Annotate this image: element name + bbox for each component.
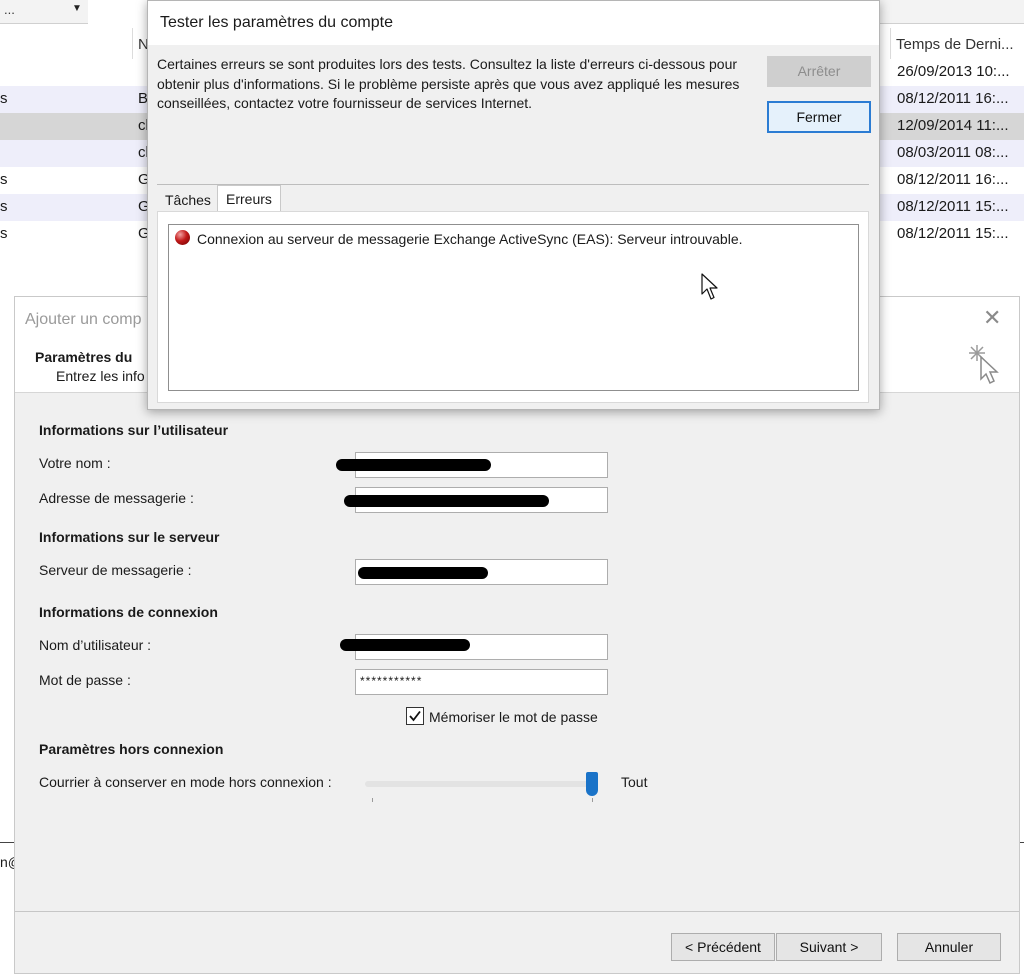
remember-password-checkbox[interactable]: [406, 707, 424, 725]
tab-errors[interactable]: Erreurs: [217, 185, 281, 212]
offline-slider-value: Tout: [621, 774, 648, 790]
dialog-title: Tester les paramètres du compte: [160, 14, 393, 31]
username-field[interactable]: [340, 634, 608, 660]
view-dropdown-value: ...: [4, 2, 15, 17]
page-heading: Paramètres du: [35, 349, 133, 365]
row-time: 08/03/2011 08:...: [897, 144, 1009, 161]
test-settings-dialog: Tester les paramètres du compte Certaine…: [147, 0, 880, 410]
password-field[interactable]: ***********: [355, 669, 608, 695]
label-email: Adresse de messagerie :: [39, 490, 194, 506]
section-user-info: Informations sur l’utilisateur: [39, 422, 229, 438]
cancel-button[interactable]: Annuler: [897, 933, 1001, 961]
mail-server-field[interactable]: [355, 559, 608, 585]
dialog-titlebar: Tester les paramètres du compte: [148, 1, 879, 45]
slider-tick: [592, 798, 593, 802]
error-list[interactable]: Connexion au serveur de messagerie Excha…: [168, 224, 859, 391]
list-item[interactable]: Connexion au serveur de messagerie Excha…: [197, 231, 743, 247]
redaction-mark: [358, 567, 488, 579]
row-time: 08/12/2011 15:...: [897, 198, 1009, 215]
redaction-mark: [340, 639, 470, 651]
column-header-time[interactable]: Temps de Derni...: [896, 36, 1014, 53]
email-field[interactable]: [344, 487, 608, 513]
offline-slider-thumb[interactable]: [586, 772, 598, 796]
section-server-info: Informations sur le serveur: [39, 529, 220, 545]
divider: [15, 911, 1019, 912]
label-username: Nom d’utilisateur :: [39, 637, 152, 653]
label-offline-mail: Courrier à conserver en mode hors connex…: [39, 774, 332, 790]
row-col0: s: [0, 90, 8, 107]
tab-tasks[interactable]: Tâches: [157, 187, 219, 213]
row-time: 08/12/2011 15:...: [897, 225, 1009, 242]
password-value: ***********: [360, 674, 423, 688]
toolbar-area: [880, 0, 1024, 24]
dropdown-arrow-icon: ▼: [72, 3, 82, 14]
offline-slider-track[interactable]: [365, 781, 597, 787]
close-button[interactable]: Fermer: [767, 101, 871, 133]
row-time: 12/09/2014 11:...: [897, 117, 1009, 134]
mouse-pointer-icon: [701, 273, 718, 300]
dialog-title: Ajouter un comp: [25, 311, 142, 328]
redaction-mark: [344, 495, 549, 507]
label-password: Mot de passe :: [39, 672, 131, 688]
error-icon: [175, 230, 190, 245]
errors-tab-panel: Connexion au serveur de messagerie Excha…: [157, 211, 869, 403]
error-summary-message: Certaines erreurs se sont produites lors…: [157, 56, 740, 111]
row-col0: s: [0, 225, 8, 242]
name-field[interactable]: [336, 452, 608, 478]
wizard-cursor-icon: [969, 345, 999, 385]
row-time: 08/12/2011 16:...: [897, 171, 1009, 188]
row-col0: s: [0, 198, 8, 215]
label-mail-server: Serveur de messagerie :: [39, 562, 192, 578]
section-offline-settings: Paramètres hors connexion: [39, 741, 224, 757]
section-connection-info: Informations de connexion: [39, 604, 218, 620]
close-icon[interactable]: ✕: [983, 305, 1001, 331]
label-remember-password[interactable]: Mémoriser le mot de passe: [429, 709, 598, 725]
slider-tick: [372, 798, 373, 802]
stop-button[interactable]: Arrêter: [767, 56, 871, 87]
checkmark-icon: [409, 710, 421, 722]
redaction-mark: [336, 459, 491, 471]
view-dropdown[interactable]: ... ▼: [0, 0, 88, 24]
previous-button[interactable]: < Précédent: [671, 933, 775, 961]
row-time: 26/09/2013 10:...: [897, 63, 1010, 80]
row-col0: s: [0, 171, 8, 188]
next-button[interactable]: Suivant >: [776, 933, 882, 961]
page-subheading: Entrez les info: [56, 368, 145, 384]
row-time: 08/12/2011 16:...: [897, 90, 1009, 107]
label-name: Votre nom :: [39, 455, 111, 471]
